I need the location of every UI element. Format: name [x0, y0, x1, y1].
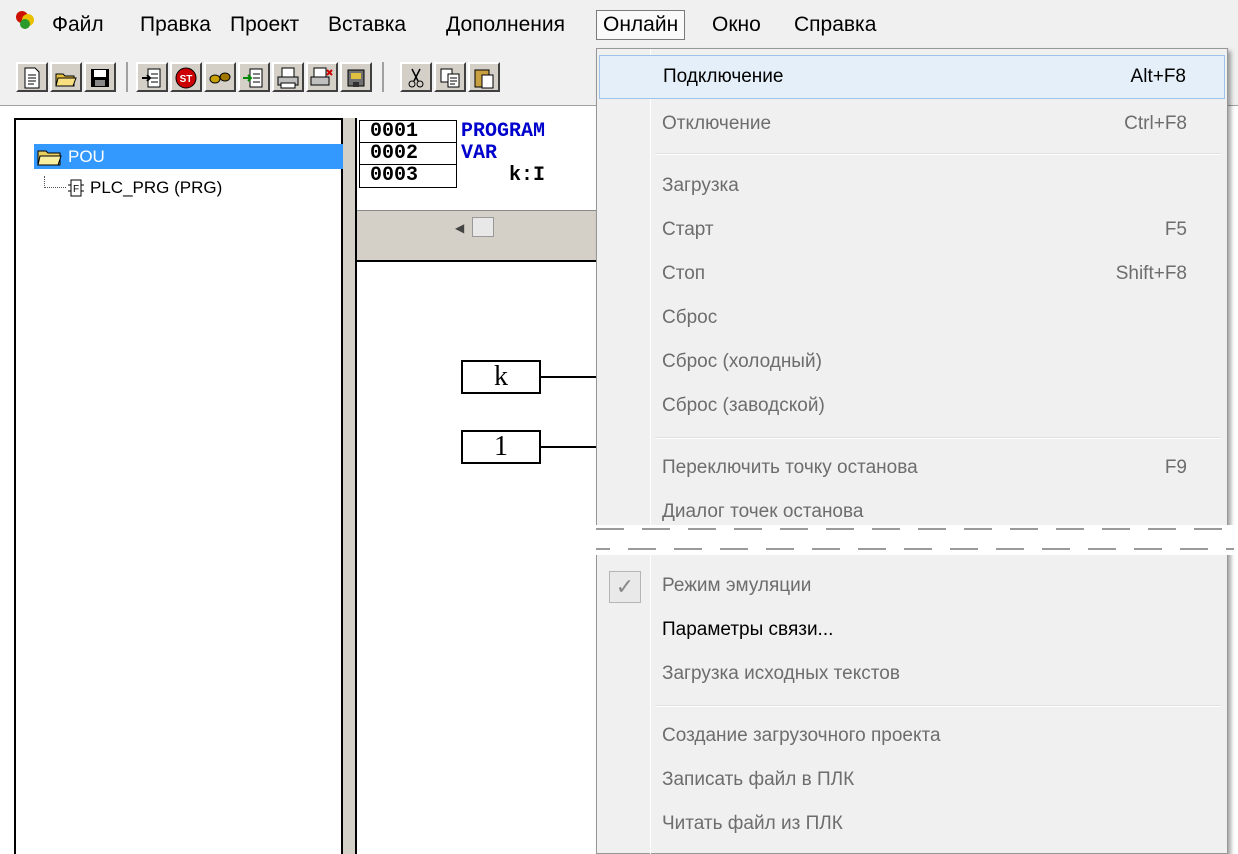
tree-root-label: POU	[68, 147, 105, 166]
menu-item-stop[interactable]: Стоп Shift+F8	[599, 253, 1225, 297]
menu-item-shortcut: Shift+F8	[1115, 263, 1187, 284]
line-number: 0001	[359, 120, 457, 144]
code-text[interactable]: k:I	[457, 165, 545, 187]
menu-item-write-file-to-plc[interactable]: Записать файл в ПЛК	[599, 759, 1225, 803]
online-dropdown-menu: Подключение Alt+F8 Отключение Ctrl+F8 За…	[596, 48, 1228, 854]
menu-item-label: Загрузка исходных текстов	[662, 663, 900, 684]
connection-line	[541, 446, 601, 448]
print-icon[interactable]	[272, 62, 304, 92]
open-folder-icon[interactable]	[50, 62, 82, 92]
menu-item-label: Параметры связи...	[662, 619, 834, 640]
folder-open-icon	[37, 150, 62, 166]
checkmark-icon: ✓	[609, 571, 641, 603]
menu-item-label: Создание загрузочного проекта	[662, 725, 941, 746]
menu-extras[interactable]: Дополнения	[440, 12, 571, 40]
menu-item-shortcut: F5	[1164, 219, 1187, 240]
menu-item-connect[interactable]: Подключение Alt+F8	[599, 55, 1225, 99]
horizontal-scrollbar[interactable]: ◀	[357, 210, 597, 244]
menu-item-shortcut: F9	[1164, 457, 1187, 478]
svg-text:F: F	[73, 184, 79, 195]
menu-item-communication-parameters[interactable]: Параметры связи...	[599, 609, 1225, 653]
tree-branch-line	[44, 176, 66, 188]
menu-window[interactable]: Окно	[706, 12, 767, 40]
menu-item-create-boot-project[interactable]: Создание загрузочного проекта	[599, 715, 1225, 759]
line-number: 0003	[359, 164, 457, 188]
paste-icon[interactable]	[468, 62, 500, 92]
menu-project[interactable]: Проект	[224, 12, 305, 40]
stop-st-icon[interactable]: ST	[170, 62, 202, 92]
torn-edge	[592, 525, 1238, 555]
menu-item-shortcut: Ctrl+F8	[1124, 113, 1187, 134]
menu-item-download[interactable]: Загрузка	[599, 165, 1225, 209]
variable-box-1[interactable]: 1	[461, 430, 541, 464]
export-icon[interactable]	[238, 62, 270, 92]
glasses-icon[interactable]	[204, 62, 236, 92]
menu-item-read-file-from-plc[interactable]: Читать файл из ПЛК	[599, 803, 1225, 847]
line-number: 0002	[359, 142, 457, 166]
menu-item-label: Подключение	[663, 66, 784, 87]
menu-item-label: Отключение	[662, 113, 772, 134]
tree-item-plc-prg[interactable]: F PLC_PRG (PRG)	[44, 176, 222, 200]
menu-file[interactable]: Файл	[46, 12, 110, 40]
menu-help[interactable]: Справка	[788, 12, 882, 40]
code-text[interactable]: VAR	[457, 143, 497, 165]
import-icon[interactable]	[136, 62, 168, 92]
menu-item-label: Сброс	[662, 307, 718, 328]
new-file-icon[interactable]	[16, 62, 48, 92]
cut-icon[interactable]	[400, 62, 432, 92]
svg-text:ST: ST	[180, 74, 193, 85]
menu-bar: Файл Правка Проект Вставка Дополнения Он…	[0, 0, 1238, 42]
menu-insert[interactable]: Вставка	[322, 12, 412, 40]
menu-separator	[655, 705, 1221, 707]
code-line: 0002 VAR	[359, 142, 497, 166]
menu-item-label: Загрузка	[662, 175, 739, 196]
menu-item-sourcecode-download[interactable]: Загрузка исходных текстов	[599, 653, 1225, 697]
code-line: 0003 k:I	[359, 164, 545, 188]
app-logo-icon	[16, 11, 34, 29]
menu-edit[interactable]: Правка	[134, 12, 217, 40]
connection-line	[541, 376, 601, 378]
menu-item-label: Сброс (заводской)	[662, 395, 825, 416]
tree-child-label: PLC_PRG (PRG)	[90, 178, 223, 197]
variable-box-k[interactable]: k	[461, 360, 541, 394]
menu-item-toggle-breakpoint[interactable]: Переключить точку останова F9	[599, 447, 1225, 491]
object-tree-pane: POU F PLC_PRG (PRG)	[14, 118, 344, 854]
save-icon[interactable]	[84, 62, 116, 92]
menu-online[interactable]: Онлайн	[596, 10, 686, 40]
menu-item-shortcut: Alt+F8	[1130, 66, 1186, 87]
pane-splitter[interactable]	[343, 118, 357, 854]
menu-item-reset-original[interactable]: Сброс (заводской)	[599, 385, 1225, 429]
menu-item-label: Переключить точку останова	[662, 457, 918, 478]
code-editor: 0001 PROGRAM 0002 VAR 0003 k:I ◀ k 1	[357, 118, 601, 854]
menu-item-run[interactable]: Старт F5	[599, 209, 1225, 253]
program-icon: F	[68, 179, 84, 197]
code-text[interactable]: PROGRAM	[457, 121, 545, 143]
scrollbar-thumb[interactable]	[472, 217, 494, 237]
editor-divider[interactable]	[357, 244, 597, 262]
menu-item-label: Режим эмуляции	[662, 575, 812, 596]
menu-item-label: Сброс (холодный)	[662, 351, 822, 372]
menu-separator	[655, 437, 1221, 439]
menu-item-label: Читать файл из ПЛК	[662, 813, 843, 834]
menu-item-label: Записать файл в ПЛК	[662, 769, 855, 790]
menu-item-label: Старт	[662, 219, 714, 240]
menu-item-reset[interactable]: Сброс	[599, 297, 1225, 341]
menu-item-label: Диалог точек останова	[662, 501, 864, 522]
print-setup-icon[interactable]	[306, 62, 338, 92]
copy-icon[interactable]	[434, 62, 466, 92]
build-icon[interactable]	[340, 62, 372, 92]
scroll-left-icon[interactable]: ◀	[455, 221, 464, 235]
menu-item-simulation-mode[interactable]: ✓ Режим эмуляции	[599, 565, 1225, 609]
tree-item-pou[interactable]: POU	[34, 144, 344, 169]
menu-item-reset-cold[interactable]: Сброс (холодный)	[599, 341, 1225, 385]
menu-item-label: Стоп	[662, 263, 706, 284]
menu-item-disconnect[interactable]: Отключение Ctrl+F8	[599, 103, 1225, 147]
code-line: 0001 PROGRAM	[359, 120, 545, 144]
menu-separator	[655, 153, 1221, 155]
